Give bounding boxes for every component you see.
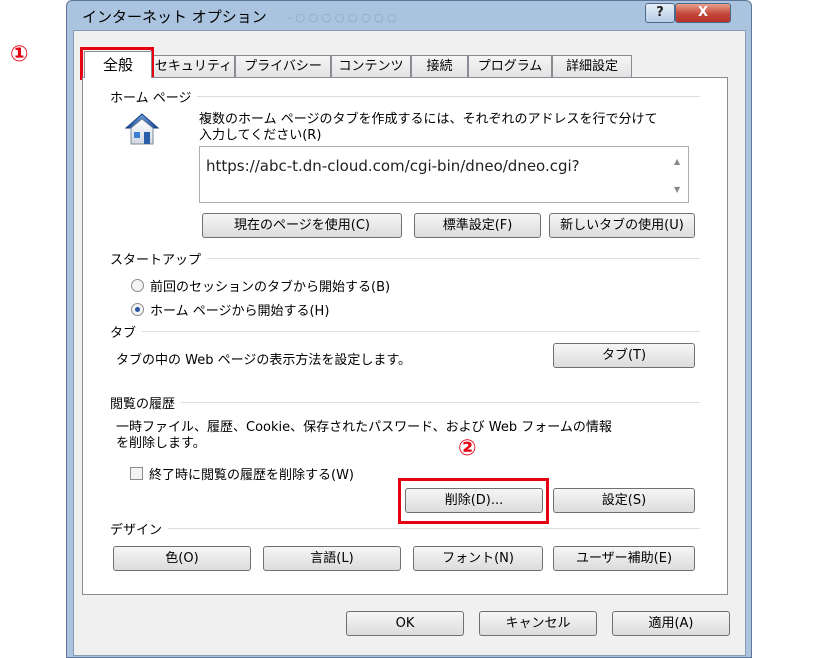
history-group-label: 閲覧の履歴 — [110, 393, 182, 412]
tab-general[interactable]: 全般 — [84, 51, 152, 78]
design-group-line — [110, 528, 700, 529]
use-default-button[interactable]: 標準設定(F) — [414, 213, 541, 238]
history-group-line — [110, 402, 700, 403]
tabs-description: タブの中の Web ページの表示方法を設定します。 — [116, 353, 412, 368]
tab-programs[interactable]: プログラム — [468, 55, 552, 78]
startup-session-label[interactable]: 前回のセッションのタブから開始する(B) — [150, 276, 390, 295]
design-group-label: デザイン — [110, 519, 169, 538]
languages-button[interactable]: 言語(L) — [263, 546, 401, 571]
tabs-group-label: タブ — [110, 322, 143, 341]
close-button[interactable]: X — [675, 3, 731, 23]
startup-group-label: スタートアップ — [110, 249, 208, 268]
accessibility-button[interactable]: ユーザー補助(E) — [553, 546, 695, 571]
use-new-tab-button[interactable]: 新しいタブの使用(U) — [549, 213, 695, 238]
home-page-description-2: 入力してください(R) — [199, 128, 322, 143]
home-page-url-text: https://abc-t.dn-cloud.com/cgi-bin/dneo/… — [206, 157, 580, 175]
apply-button[interactable]: 適用(A) — [612, 611, 730, 636]
delete-on-exit-label[interactable]: 終了時に閲覧の履歴を削除する(W) — [149, 464, 354, 483]
startup-home-radio[interactable] — [131, 303, 144, 316]
home-page-group-line — [110, 96, 700, 97]
colors-button[interactable]: 色(O) — [113, 546, 251, 571]
home-icon — [124, 111, 160, 147]
help-button[interactable]: ? — [645, 3, 675, 23]
ok-button[interactable]: OK — [346, 611, 464, 636]
history-description-2: を削除します。 — [116, 436, 206, 451]
window-title: インターネット オプション — [82, 8, 267, 26]
tab-connections[interactable]: 接続 — [411, 55, 468, 78]
tabs-group-line — [110, 331, 700, 332]
tab-content[interactable]: コンテンツ — [331, 55, 411, 78]
cancel-button[interactable]: キャンセル — [479, 611, 597, 636]
fonts-button[interactable]: フォント(N) — [413, 546, 543, 571]
use-current-button[interactable]: 現在のページを使用(C) — [202, 213, 402, 238]
tab-advanced[interactable]: 詳細設定 — [552, 55, 632, 78]
annotation-box-delete-button — [398, 478, 549, 524]
startup-home-label[interactable]: ホーム ページから開始する(H) — [150, 300, 329, 319]
annotation-marker-2: ② — [458, 436, 477, 461]
tabs-settings-button[interactable]: タブ(T) — [553, 343, 695, 368]
tab-privacy[interactable]: プライバシー — [235, 55, 331, 78]
scroll-up-icon[interactable]: ▲ — [674, 157, 680, 166]
history-settings-button[interactable]: 設定(S) — [553, 488, 695, 513]
background-tab-strip: - ○ ○ ○ ○ ○ ○ ○ ○ — [288, 11, 397, 24]
startup-session-radio[interactable] — [131, 279, 144, 292]
delete-on-exit-checkbox[interactable] — [130, 467, 143, 480]
home-page-group-label: ホーム ページ — [110, 87, 198, 106]
tab-security[interactable]: セキュリティ — [152, 55, 235, 78]
scroll-down-icon[interactable]: ▼ — [674, 185, 680, 194]
annotation-marker-1: ① — [10, 42, 29, 67]
